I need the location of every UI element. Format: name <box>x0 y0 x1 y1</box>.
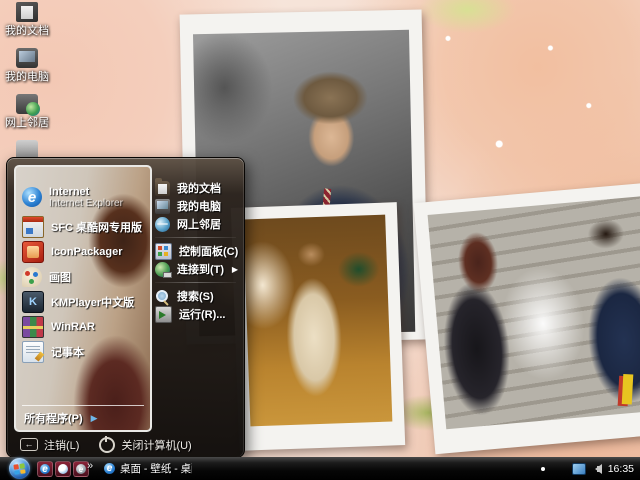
log-off-icon: ← <box>20 438 38 451</box>
menu-item-winrar[interactable]: WinRAR <box>19 314 149 339</box>
menu-separator <box>155 282 236 283</box>
desktop-icon-label: 我的文档 <box>0 25 54 37</box>
submenu-arrow-icon: ▶ <box>232 265 238 274</box>
menu-item-internet[interactable]: e Internet Internet Explorer <box>19 180 149 214</box>
start-menu: e Internet Internet Explorer SFC 桌酷网专用版 … <box>6 157 245 458</box>
windows-logo-icon <box>13 463 25 474</box>
desktop-icon-my-documents[interactable]: 我的文档 <box>0 2 54 37</box>
menu-item-connect-to[interactable]: 连接到(T) ▶ <box>153 260 238 278</box>
browser-gray-icon: e <box>76 464 86 474</box>
sfc-app-icon <box>22 216 44 238</box>
menu-separator <box>155 237 236 238</box>
desktop: 我的文档 我的电脑 网上邻居 e Internet Internet Explo… <box>0 0 640 480</box>
start-button[interactable] <box>9 458 30 479</box>
menu-item-search[interactable]: 搜索(S) <box>153 287 238 305</box>
menu-item-run[interactable]: 运行(R)... <box>153 305 238 323</box>
menu-item-my-documents[interactable]: 我的文档 <box>153 179 238 197</box>
task-button-label: 桌面 - 壁纸 - 桌酷... <box>120 461 192 476</box>
menu-item-notepad[interactable]: 记事本 <box>19 339 149 364</box>
tray-network-icon[interactable] <box>572 463 586 475</box>
menu-item-label: WinRAR <box>51 321 95 333</box>
internet-explorer-icon: e <box>104 463 115 474</box>
menu-item-label: 记事本 <box>51 344 84 360</box>
menu-item-label: 搜索(S) <box>177 288 214 304</box>
menu-item-label: 网上邻居 <box>177 216 221 232</box>
menu-item-label: Internet <box>49 186 123 198</box>
quick-launch-ie-button[interactable]: e <box>37 461 53 477</box>
photo-image <box>243 215 392 427</box>
photo-image <box>428 196 640 429</box>
internet-explorer-icon: e <box>22 187 42 207</box>
control-panel-icon <box>155 243 172 260</box>
internet-explorer-icon: e <box>40 464 50 474</box>
start-menu-footer: ← 注销(L) 关闭计算机(U) <box>7 432 244 457</box>
my-documents-icon <box>16 2 38 22</box>
globe-app-icon <box>58 464 68 474</box>
network-places-icon <box>16 94 38 114</box>
log-off-button[interactable]: ← 注销(L) <box>20 437 79 453</box>
my-computer-icon <box>16 48 38 68</box>
menu-item-label: 画图 <box>49 269 71 285</box>
start-menu-system-panel: 我的文档 我的电脑 网上邻居 控制面板(C) 连接到(T) ▶ <box>153 179 238 323</box>
my-computer-icon <box>155 199 170 214</box>
winrar-icon <box>22 316 44 338</box>
search-icon <box>155 289 170 304</box>
menu-item-label: SFC 桌酷网专用版 <box>51 219 142 235</box>
tray-volume-icon[interactable] <box>590 464 602 474</box>
quick-launch-bar: e e <box>37 461 89 477</box>
taskbar: e e » e 桌面 - 壁纸 - 桌酷... 16:35 <box>0 457 640 480</box>
pinned-programs-list: e Internet Internet Explorer SFC 桌酷网专用版 … <box>19 180 149 364</box>
desktop-icon-network-places[interactable]: 网上邻居 <box>0 94 54 129</box>
shut-down-label: 关闭计算机(U) <box>121 437 191 453</box>
menu-item-kmplayer[interactable]: K KMPlayer中文版 <box>19 289 149 314</box>
desktop-icon-label: 我的电脑 <box>0 71 54 83</box>
globe-icon <box>155 217 170 232</box>
task-button-desktop-wallpaper[interactable]: e 桌面 - 壁纸 - 桌酷... <box>101 459 195 477</box>
menu-item-label: 我的电脑 <box>177 198 221 214</box>
power-icon <box>99 437 115 453</box>
desktop-icon-label: 网上邻居 <box>0 117 54 129</box>
menu-item-label: 运行(R)... <box>179 306 225 322</box>
run-icon <box>155 306 172 323</box>
menu-item-label: 我的文档 <box>177 180 221 196</box>
menu-item-label: 控制面板(C) <box>179 243 238 259</box>
paint-icon <box>22 267 42 287</box>
desktop-icon-my-computer[interactable]: 我的电脑 <box>0 48 54 83</box>
wallpaper-photo-couple-facing <box>413 182 640 454</box>
start-menu-programs-panel: e Internet Internet Explorer SFC 桌酷网专用版 … <box>14 165 152 432</box>
menu-item-label: 连接到(T) <box>177 261 224 277</box>
quick-launch-overflow-chevron[interactable]: » <box>87 460 93 472</box>
iconpackager-icon <box>22 241 44 263</box>
books-detail <box>622 374 634 404</box>
quick-launch-app2-button[interactable] <box>55 461 71 477</box>
menu-item-sublabel: Internet Explorer <box>49 198 123 209</box>
shut-down-button[interactable]: 关闭计算机(U) <box>99 437 191 453</box>
menu-item-label: IconPackager <box>51 246 123 258</box>
kmplayer-icon: K <box>22 291 44 313</box>
menu-item-iconpackager[interactable]: IconPackager <box>19 239 149 264</box>
all-programs-label: 所有程序(P) <box>24 410 83 426</box>
tray-clock[interactable]: 16:35 <box>608 463 637 475</box>
wallpaper-photo-ballroom-dance <box>231 202 405 451</box>
menu-item-label: KMPlayer中文版 <box>51 294 134 310</box>
log-off-label: 注销(L) <box>44 437 79 453</box>
menu-item-paint[interactable]: 画图 <box>19 264 149 289</box>
notepad-icon <box>22 341 44 363</box>
all-programs-button[interactable]: 所有程序(P) ▶ <box>22 405 144 428</box>
menu-item-network-places[interactable]: 网上邻居 <box>153 215 238 233</box>
my-documents-icon <box>155 181 170 196</box>
tray-dot-icon[interactable] <box>541 467 545 471</box>
menu-item-control-panel[interactable]: 控制面板(C) <box>153 242 238 260</box>
menu-item-my-computer[interactable]: 我的电脑 <box>153 197 238 215</box>
arrow-right-icon: ▶ <box>91 413 98 424</box>
menu-item-sfc-zhuoku[interactable]: SFC 桌酷网专用版 <box>19 214 149 239</box>
system-tray: 16:35 <box>541 457 637 480</box>
connect-to-icon <box>155 262 170 277</box>
